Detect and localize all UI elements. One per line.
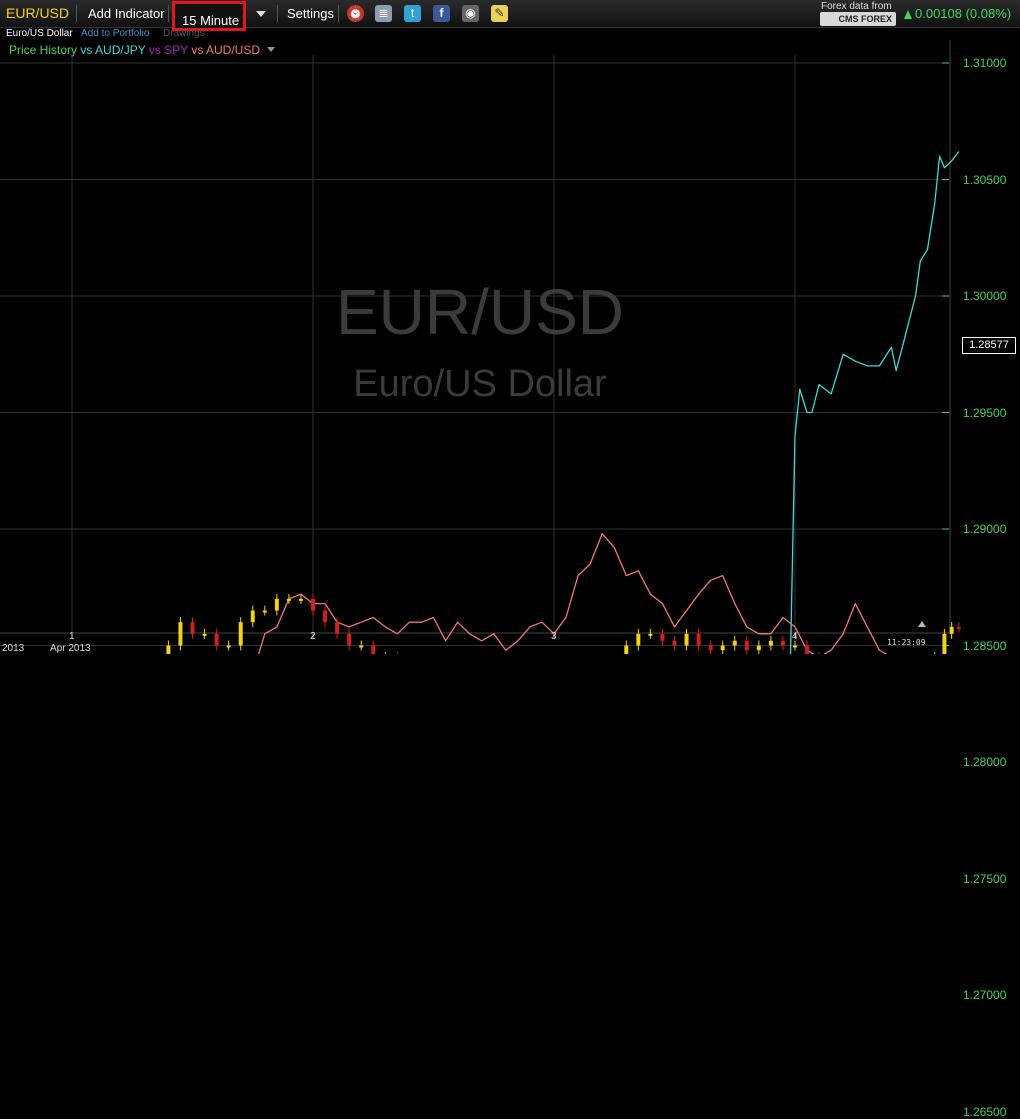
note-icon[interactable]: ✎ — [491, 5, 508, 22]
x-tick-label: 4 — [792, 631, 798, 642]
candle-body — [756, 645, 761, 651]
watermark-symbol: EUR/USD — [335, 276, 625, 348]
candle-body — [214, 633, 219, 646]
candle-body — [274, 598, 279, 611]
add-indicator-button[interactable]: Add Indicator — [88, 0, 165, 27]
y-tick-label: 1.29000 — [963, 522, 1007, 536]
y-tick-label: 1.26500 — [963, 1104, 1007, 1119]
toolbar-divider — [338, 5, 339, 22]
provider-label: Forex data from — [821, 1, 892, 12]
candle-body — [359, 645, 364, 648]
candle-body — [648, 633, 653, 636]
database-icon[interactable]: ≣ — [375, 5, 392, 22]
candle-body — [624, 645, 629, 654]
candle-body — [708, 645, 713, 651]
candle-body — [298, 598, 303, 601]
x-tick-label: 3 — [551, 631, 557, 642]
candle-body — [780, 640, 785, 646]
legend-price-history[interactable]: Price History — [9, 43, 77, 57]
y-tick-label: 1.30500 — [963, 172, 1007, 187]
price-change-value: 0.00108 (0.08%) — [915, 6, 1012, 21]
toolbar-divider — [76, 5, 77, 22]
candle-body — [226, 645, 231, 648]
legend-dropdown-icon[interactable] — [267, 47, 276, 52]
x-tick-label: 1 — [69, 631, 75, 642]
twitter-icon[interactable]: t — [404, 5, 421, 22]
candle-body — [696, 633, 701, 646]
drawings-link[interactable]: Drawings — [163, 28, 205, 42]
alarm-clock-icon[interactable]: ⏰ — [347, 5, 364, 22]
y-tick-label: 1.29500 — [963, 405, 1007, 420]
add-to-portfolio-link[interactable]: Add to Portfolio — [81, 28, 149, 42]
legend-aud-jpy[interactable]: vs AUD/JPY — [80, 43, 145, 57]
candle-body — [166, 645, 171, 654]
candle-body — [684, 633, 689, 646]
candle-body — [942, 633, 947, 654]
x-tick-label: 2 — [310, 631, 316, 642]
series-legend[interactable]: Price History vs AUD/JPY vs SPY vs AUD/U… — [9, 43, 276, 57]
candle-body — [347, 633, 352, 646]
candle-body — [286, 598, 291, 601]
provider-logo[interactable]: CMS FOREX — [820, 12, 896, 26]
scroll-up-arrow[interactable] — [918, 621, 926, 627]
price-change: 0.00108 (0.08%) — [904, 0, 1011, 27]
y-tick-label: 1.27000 — [963, 988, 1007, 1002]
candle-body — [311, 598, 315, 611]
interval-select[interactable]: 15 Minute — [172, 1, 246, 31]
toolbar-divider — [168, 5, 169, 22]
toolbar-divider — [277, 5, 278, 22]
facebook-icon[interactable]: f — [433, 5, 450, 22]
y-tick-label: 1.28000 — [963, 755, 1007, 769]
toolbar: EUR/USD Add Indicator 15 Minute Settings… — [0, 0, 1020, 31]
candle-body — [744, 640, 749, 651]
y-tick-label: 1.27500 — [963, 871, 1007, 886]
instrument-name: Euro/US Dollar — [6, 28, 73, 39]
candle-body — [178, 622, 183, 646]
candle-body — [238, 622, 243, 646]
candle-body — [636, 633, 641, 646]
candle-body — [202, 633, 207, 636]
candle-body — [956, 626, 961, 629]
candle-body — [768, 640, 773, 646]
symbol-button[interactable]: EUR/USD — [6, 0, 69, 27]
settings-button[interactable]: Settings — [287, 0, 334, 27]
candle-body — [672, 640, 677, 646]
candle-body — [371, 645, 376, 654]
price-history-series — [166, 593, 961, 654]
legend-aud-usd[interactable]: vs AUD/USD — [191, 43, 260, 57]
up-arrow-icon — [904, 10, 912, 19]
series-line-vsaudusd — [258, 533, 888, 654]
camera-icon[interactable]: ◉ — [462, 5, 479, 22]
candle-body — [323, 610, 328, 623]
x-start-month: Apr 2013 — [50, 643, 91, 654]
candle-body — [732, 640, 737, 646]
candle-body — [335, 622, 340, 634]
watermark-name: Euro/US Dollar — [353, 363, 607, 405]
candle-body — [660, 633, 665, 641]
candle-body — [190, 622, 195, 634]
y-tick-label: 1.28500 — [963, 638, 1007, 653]
time-label: 11:23:09 — [887, 638, 926, 647]
candle-body — [250, 610, 255, 623]
interval-dropdown-icon[interactable] — [256, 11, 266, 17]
x-start-year: 2013 — [2, 643, 25, 654]
candle-body — [949, 626, 954, 634]
candle-body — [805, 645, 810, 654]
candle-body — [262, 610, 267, 613]
last-price-tag: 1.28577 — [962, 337, 1016, 354]
y-tick-label: 1.30000 — [963, 289, 1007, 303]
candle-body — [793, 645, 797, 648]
y-tick-label: 1.31000 — [963, 56, 1007, 70]
candle-body — [720, 645, 725, 651]
legend-spy[interactable]: vs SPY — [149, 43, 188, 57]
